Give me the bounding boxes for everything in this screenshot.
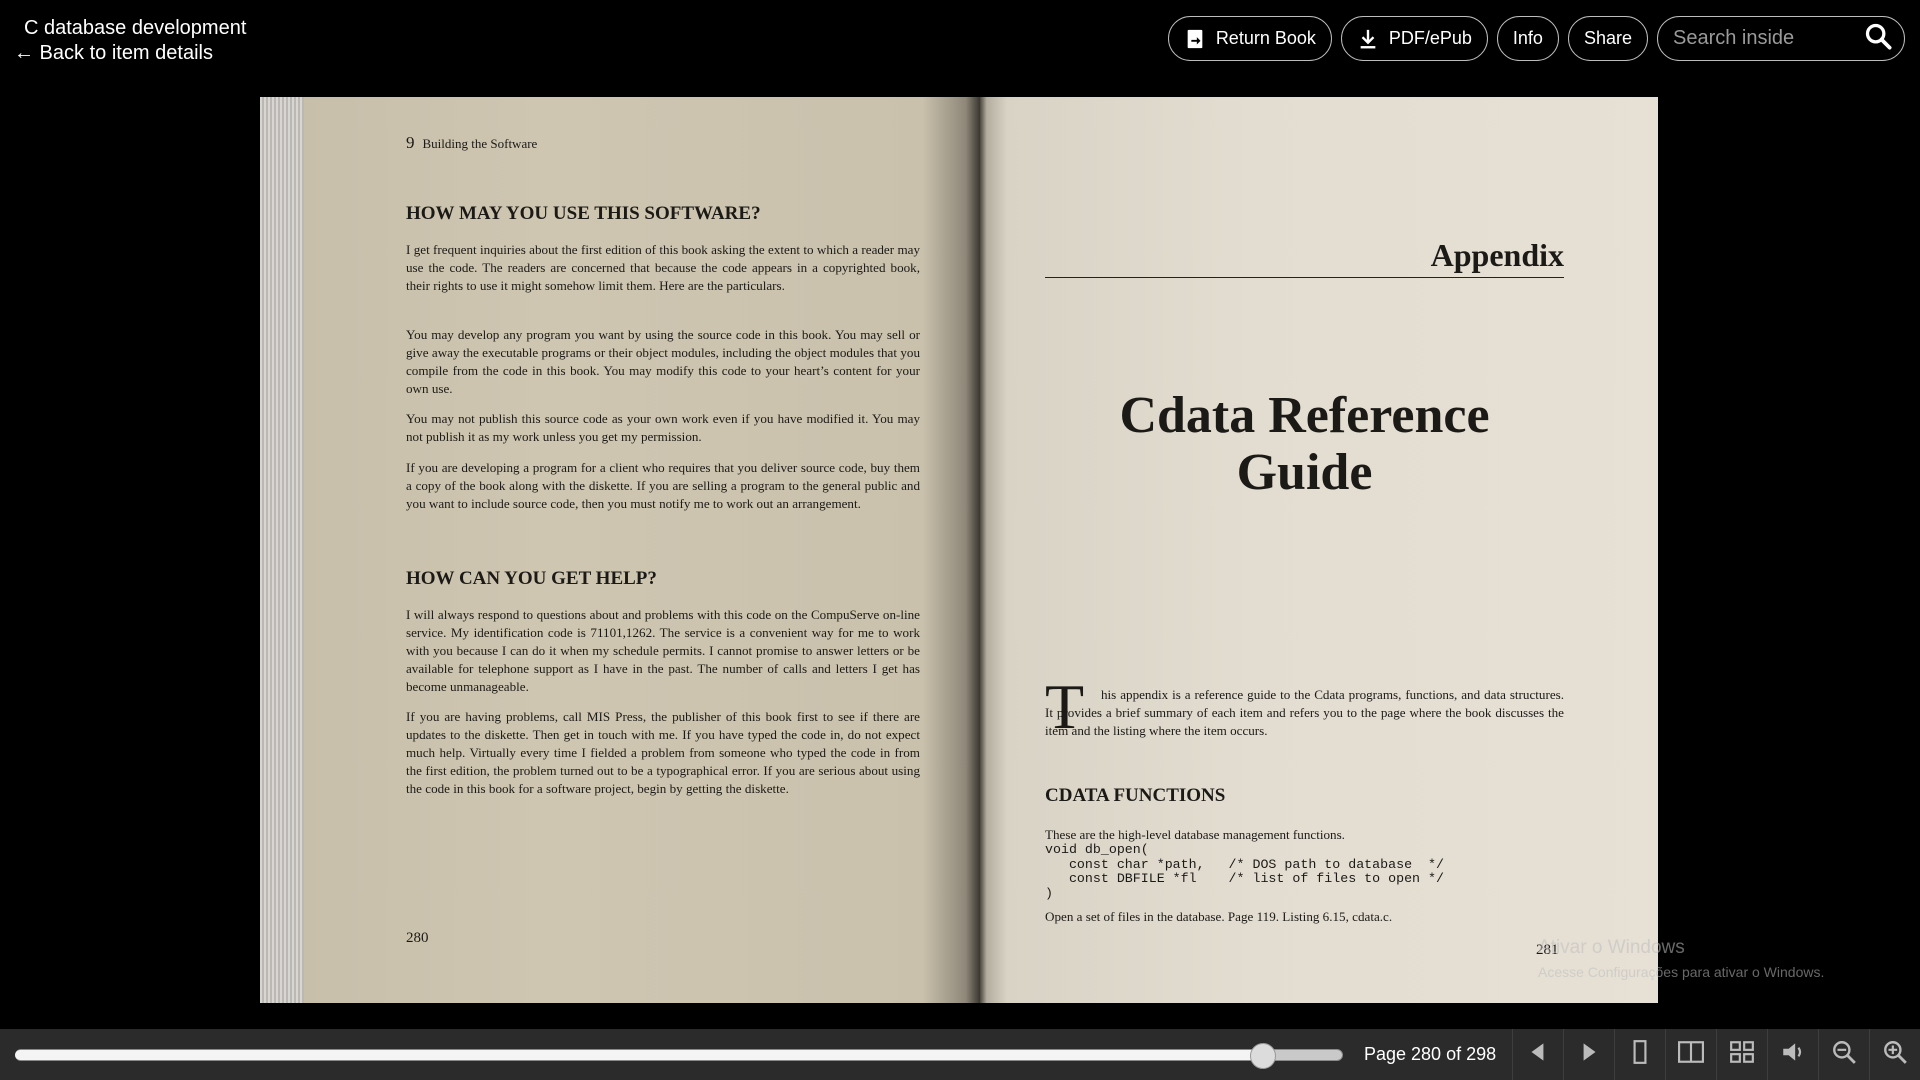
code-block: void db_open( const char *path, /* DOS p… [1045, 842, 1444, 901]
watermark-line2: Acesse Configurações para ativar o Windo… [1538, 964, 1825, 980]
left-page-number: 280 [406, 930, 429, 946]
two-page-view-button[interactable] [1665, 1029, 1716, 1080]
pdf-epub-label: PDF/ePub [1388, 28, 1472, 48]
prev-page-button[interactable] [1512, 1029, 1563, 1080]
book-spread: 9 Building the Software HOW MAY YOU USE T… [260, 97, 1658, 1003]
thumbnail-view-icon [1729, 1039, 1755, 1070]
search-inside-box [1657, 16, 1905, 61]
page-indicator: Page 280 of 298 [1364, 1044, 1497, 1064]
next-page-button[interactable] [1563, 1029, 1614, 1080]
download-icon [1357, 28, 1379, 50]
return-book-icon [1184, 28, 1206, 50]
next-page-icon [1576, 1039, 1602, 1070]
scrubber-fill [15, 1050, 1263, 1060]
heading-use-software: HOW MAY YOU USE THIS SOFTWARE? [406, 203, 761, 224]
bottom-nav-bar: Page 280 of 298 [0, 1029, 1920, 1080]
paragraph: I will always respond to questions about… [406, 607, 920, 694]
appendix-title: Cdata Reference Guide [1045, 387, 1564, 501]
paragraph: You may not publish this source code as … [406, 411, 920, 444]
left-page[interactable]: 9 Building the Software HOW MAY YOU USE T… [260, 97, 980, 1003]
paragraph: I get frequent inquiries about the first… [406, 242, 920, 293]
watermark-line1: Ativar o Windows [1538, 937, 1685, 958]
one-page-view-icon [1627, 1039, 1653, 1070]
info-button[interactable]: Info [1496, 16, 1559, 61]
code-line: ) [1045, 885, 1053, 901]
running-head-title: Building the Software [422, 136, 538, 151]
scrubber-handle[interactable] [1250, 1043, 1276, 1069]
top-bar: C database development ← Back to item de… [0, 0, 1920, 97]
search-inside-input[interactable] [1673, 27, 1864, 50]
heading-cdata-functions: CDATA FUNCTIONS [1045, 785, 1226, 806]
appendix-intro: his appendix is a reference guide to the… [1045, 687, 1564, 738]
return-book-button[interactable]: Return Book [1167, 16, 1332, 61]
back-to-item-details-link[interactable]: ← Back to item details [14, 42, 213, 65]
return-book-label: Return Book [1215, 28, 1316, 48]
paragraph: If you are developing a program for a cl… [406, 460, 920, 511]
zoom-out-button[interactable] [1818, 1029, 1869, 1080]
thumbnail-view-button[interactable] [1716, 1029, 1767, 1080]
function-description: Open a set of files in the database. Pag… [1045, 909, 1393, 924]
appendix-label: Appendix [1430, 237, 1564, 273]
read-aloud-icon [1780, 1039, 1806, 1070]
share-button[interactable]: Share [1567, 16, 1648, 61]
code-line: const char *path, /* DOS path to databas… [1045, 856, 1444, 872]
chapter-number: 9 [406, 133, 415, 152]
appendix-title-line2: Guide [1236, 444, 1373, 501]
one-page-view-button[interactable] [1614, 1029, 1665, 1080]
search-icon[interactable] [1864, 22, 1892, 55]
paragraph: If you are having problems, call MIS Pre… [406, 709, 920, 796]
zoom-in-button[interactable] [1869, 1029, 1920, 1080]
two-page-view-icon [1678, 1039, 1704, 1070]
nav-controls [1512, 1029, 1920, 1080]
top-actions: Return Book PDF/ePub Info Share [1167, 16, 1905, 61]
appendix-title-line1: Cdata Reference [1119, 387, 1490, 444]
prev-page-icon [1525, 1039, 1551, 1070]
right-page[interactable]: Appendix Cdata Reference Guide T his app… [980, 97, 1658, 1003]
heading-get-help: HOW CAN YOU GET HELP? [406, 568, 657, 589]
code-line: const DBFILE *fl /* list of files to ope… [1045, 871, 1444, 887]
appendix-rule [1045, 277, 1564, 278]
windows-activation-watermark: Ativar o Windows Acesse Configurações pa… [1538, 937, 1824, 980]
page-scrubber[interactable] [15, 1043, 1343, 1069]
zoom-in-icon [1882, 1039, 1908, 1070]
code-line: void db_open( [1045, 842, 1149, 857]
page-edges [260, 97, 304, 1003]
read-aloud-button[interactable] [1767, 1029, 1818, 1080]
paragraph: You may develop any program you want by … [406, 327, 920, 396]
zoom-out-icon [1831, 1039, 1857, 1070]
running-head: 9 Building the Software [406, 133, 537, 153]
book-title: C database development [24, 17, 247, 39]
pdf-epub-button[interactable]: PDF/ePub [1340, 16, 1488, 61]
